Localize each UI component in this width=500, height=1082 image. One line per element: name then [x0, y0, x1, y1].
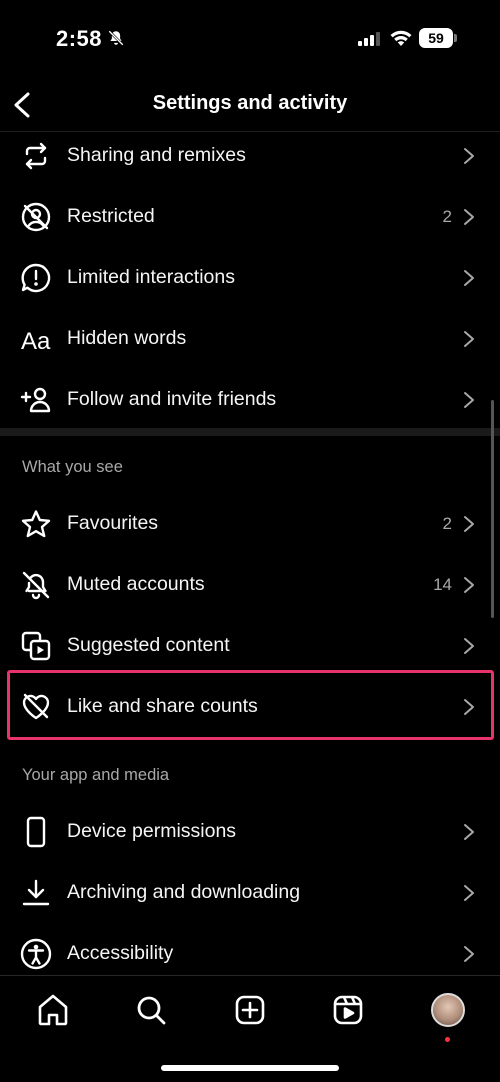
home-indicator[interactable] — [161, 1065, 339, 1071]
follow-invite-icon — [20, 384, 52, 416]
nav-header: Settings and activity — [0, 78, 500, 132]
settings-item-label: Follow and invite friends — [67, 388, 277, 410]
create-icon — [235, 995, 265, 1025]
hidden-words-icon: Aa — [20, 323, 52, 355]
settings-item-like-share-counts[interactable]: Like and share counts — [0, 676, 500, 737]
settings-item-count: 2 — [442, 513, 452, 533]
wifi-icon — [390, 30, 412, 46]
settings-item-sharing-remixes[interactable]: Sharing and remixes — [0, 132, 500, 186]
chevron-right-icon — [464, 391, 474, 408]
settings-item-label: Muted accounts — [67, 573, 205, 595]
bottom-tab-bar — [0, 975, 500, 1082]
heart-off-icon — [20, 691, 52, 723]
silent-mode-icon — [108, 30, 124, 46]
settings-item-accessibility[interactable]: Accessibility — [0, 923, 500, 975]
search-icon — [137, 996, 166, 1025]
chevron-right-icon — [464, 330, 474, 347]
profile-avatar — [431, 993, 465, 1027]
tab-home[interactable] — [33, 990, 73, 1030]
home-icon — [38, 994, 68, 1026]
tab-reels[interactable] — [328, 990, 368, 1030]
scrollbar[interactable] — [491, 400, 494, 618]
section-header-app-media: Your app and media — [22, 766, 170, 784]
sharing-remix-icon — [20, 140, 52, 172]
chevron-right-icon — [464, 945, 474, 962]
settings-item-label: Favourites — [67, 512, 159, 534]
settings-list[interactable]: Sharing and remixes Restricted 2 Limited… — [0, 132, 500, 975]
cellular-signal-icon — [358, 32, 380, 46]
settings-item-label: Like and share counts — [67, 695, 258, 717]
chevron-right-icon — [464, 823, 474, 840]
tab-create[interactable] — [230, 990, 270, 1030]
chevron-right-icon — [464, 515, 474, 532]
settings-item-label: Accessibility — [67, 942, 174, 964]
settings-item-label: Limited interactions — [67, 266, 235, 288]
settings-item-muted-accounts[interactable]: Muted accounts 14 — [0, 554, 500, 615]
chevron-right-icon — [464, 884, 474, 901]
restricted-icon — [20, 201, 52, 233]
chevron-right-icon — [464, 269, 474, 286]
tab-profile[interactable] — [428, 990, 468, 1030]
settings-item-label: Suggested content — [67, 634, 230, 656]
svg-text:Aa: Aa — [21, 328, 51, 355]
download-icon — [20, 877, 52, 909]
limited-interactions-icon — [20, 262, 52, 294]
chevron-right-icon — [464, 147, 474, 164]
settings-item-label: Device permissions — [67, 820, 237, 842]
settings-item-hidden-words[interactable]: Aa Hidden words — [0, 308, 500, 369]
settings-item-label: Hidden words — [67, 327, 187, 349]
chevron-right-icon — [464, 576, 474, 593]
tab-search[interactable] — [131, 990, 171, 1030]
chevron-right-icon — [464, 698, 474, 715]
muted-bell-icon — [20, 569, 52, 601]
notification-dot — [445, 1037, 450, 1042]
status-time: 2:58 — [56, 26, 103, 51]
section-divider — [0, 428, 500, 436]
settings-item-follow-invite[interactable]: Follow and invite friends — [0, 369, 500, 430]
battery-icon: 59 — [419, 28, 457, 48]
settings-item-label: Sharing and remixes — [67, 144, 246, 166]
settings-item-label: Restricted — [67, 205, 155, 227]
star-icon — [20, 508, 52, 540]
phone-icon — [20, 816, 52, 848]
settings-item-suggested-content[interactable]: Suggested content — [0, 615, 500, 676]
battery-level: 59 — [419, 28, 453, 48]
section-header-what-you-see: What you see — [22, 458, 123, 476]
settings-item-restricted[interactable]: Restricted 2 — [0, 186, 500, 247]
settings-item-device-permissions[interactable]: Device permissions — [0, 801, 500, 862]
accessibility-icon — [20, 938, 52, 970]
settings-item-favourites[interactable]: Favourites 2 — [0, 493, 500, 554]
status-bar: 2:58 59 — [0, 0, 500, 78]
settings-item-count: 2 — [442, 206, 452, 226]
settings-item-archiving-downloading[interactable]: Archiving and downloading — [0, 862, 500, 923]
page-title: Settings and activity — [152, 92, 348, 114]
settings-item-label: Archiving and downloading — [67, 881, 301, 903]
chevron-right-icon — [464, 208, 474, 225]
chevron-right-icon — [464, 637, 474, 654]
reels-icon — [333, 995, 363, 1025]
suggested-content-icon — [20, 630, 52, 662]
settings-item-limited-interactions[interactable]: Limited interactions — [0, 247, 500, 308]
settings-item-count: 14 — [433, 574, 452, 594]
